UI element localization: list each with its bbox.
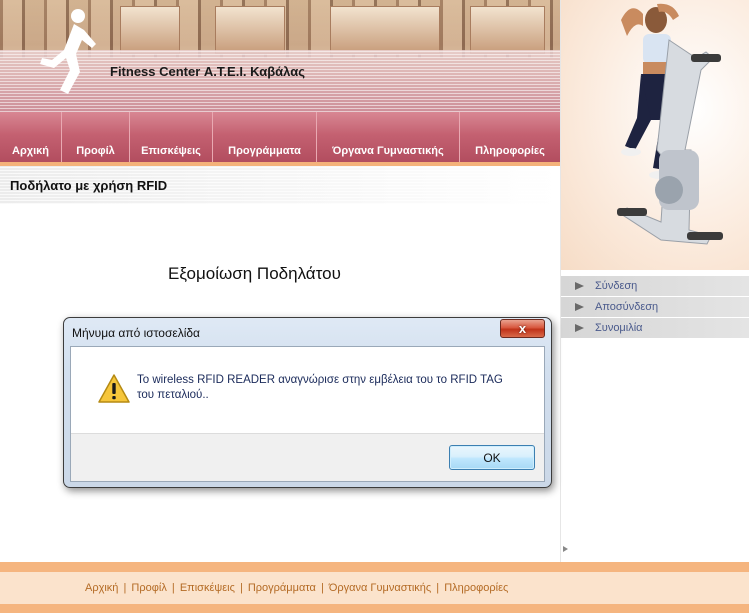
nav-item-equipment[interactable]: Όργανα Γυμναστικής bbox=[317, 112, 460, 162]
page-subtitle: Ποδήλατο με χρήση RFID bbox=[10, 178, 168, 193]
gym-equipment-image bbox=[215, 6, 285, 54]
ok-button[interactable]: OK bbox=[449, 445, 535, 470]
dialog-message-line: Το wireless RFID READER αναγνώρισε στην … bbox=[137, 374, 503, 386]
footer-link-home[interactable]: Αρχική bbox=[85, 582, 118, 594]
side-item-label: Συνομιλία bbox=[595, 322, 643, 334]
nav-item-programs[interactable]: Προγράμματα bbox=[213, 112, 317, 162]
footer-accent-top bbox=[0, 562, 749, 572]
close-icon: x bbox=[518, 321, 527, 336]
nav-item-profile[interactable]: Προφίλ bbox=[62, 112, 130, 162]
side-item-chat[interactable]: Συνομιλία bbox=[561, 318, 749, 338]
footer-links: Αρχική | Προφίλ | Επισκέψεις | Προγράμμα… bbox=[85, 582, 508, 594]
footer-separator: | bbox=[239, 582, 243, 594]
side-menu: Σύνδεση Αποσύνδεση Συνομιλία bbox=[561, 276, 749, 339]
right-sidebar: Σύνδεση Αποσύνδεση Συνομιλία bbox=[560, 0, 749, 562]
dialog-message-line: του πεταλιού.. bbox=[137, 389, 209, 401]
footer-separator: | bbox=[123, 582, 127, 594]
triangle-right-icon bbox=[575, 282, 585, 290]
side-item-label: Σύνδεση bbox=[595, 280, 638, 292]
alert-dialog: Μήνυμα από ιστοσελίδα x Το wireless RFID… bbox=[63, 317, 552, 488]
gym-equipment-image bbox=[330, 6, 440, 54]
warning-icon bbox=[98, 374, 130, 403]
footer-link-equipment[interactable]: Όργανα Γυμναστικής bbox=[329, 582, 431, 594]
footer-separator: | bbox=[320, 582, 324, 594]
main-nav: Αρχική Προφίλ Επισκέψεις Προγράμματα Όργ… bbox=[0, 112, 560, 162]
dialog-body: Το wireless RFID READER αναγνώρισε στην … bbox=[70, 346, 545, 482]
dialog-titlebar[interactable]: Μήνυμα από ιστοσελίδα x bbox=[64, 318, 551, 345]
side-bottom bbox=[561, 536, 749, 560]
nav-item-home[interactable]: Αρχική bbox=[0, 112, 62, 162]
side-item-label: Αποσύνδεση bbox=[595, 301, 659, 313]
dialog-close-button[interactable]: x bbox=[500, 319, 545, 338]
site-title: Fitness Center Α.Τ.Ε.Ι. Καβάλας bbox=[110, 64, 305, 79]
small-arrow-icon bbox=[563, 546, 568, 552]
triangle-right-icon bbox=[575, 303, 585, 311]
footer-separator: | bbox=[171, 582, 175, 594]
nav-item-info[interactable]: Πληροφορίες bbox=[460, 112, 560, 162]
side-item-logout[interactable]: Αποσύνδεση bbox=[561, 297, 749, 317]
runner-logo-icon bbox=[40, 9, 96, 94]
subtitle-bar: Ποδήλατο με χρήση RFID bbox=[0, 166, 560, 204]
footer-link-info[interactable]: Πληροφορίες bbox=[444, 582, 508, 594]
footer: Αρχική | Προφίλ | Επισκέψεις | Προγράμμα… bbox=[0, 572, 749, 604]
footer-link-profile[interactable]: Προφίλ bbox=[131, 582, 166, 594]
page-heading: Εξομοίωση Ποδηλάτου bbox=[168, 264, 341, 283]
page: Fitness Center Α.Τ.Ε.Ι. Καβάλας Αρχική Π… bbox=[0, 0, 749, 613]
gym-equipment-image bbox=[470, 6, 545, 54]
side-item-login[interactable]: Σύνδεση bbox=[561, 276, 749, 296]
footer-link-programs[interactable]: Προγράμματα bbox=[248, 582, 316, 594]
bike-model-image bbox=[617, 3, 723, 245]
triangle-right-icon bbox=[575, 324, 585, 332]
dialog-button-area: OK bbox=[71, 433, 544, 481]
gym-equipment-image bbox=[120, 6, 180, 54]
header-banner: Fitness Center Α.Τ.Ε.Ι. Καβάλας bbox=[0, 0, 560, 112]
footer-link-visits[interactable]: Επισκέψεις bbox=[180, 582, 235, 594]
dialog-message: Το wireless RFID READER αναγνώρισε στην … bbox=[137, 373, 527, 403]
footer-accent-bottom bbox=[0, 604, 749, 613]
exercise-bike-photo bbox=[561, 0, 749, 270]
footer-separator: | bbox=[436, 582, 440, 594]
nav-item-visits[interactable]: Επισκέψεις bbox=[130, 112, 213, 162]
dialog-title: Μήνυμα από ιστοσελίδα bbox=[72, 326, 200, 340]
